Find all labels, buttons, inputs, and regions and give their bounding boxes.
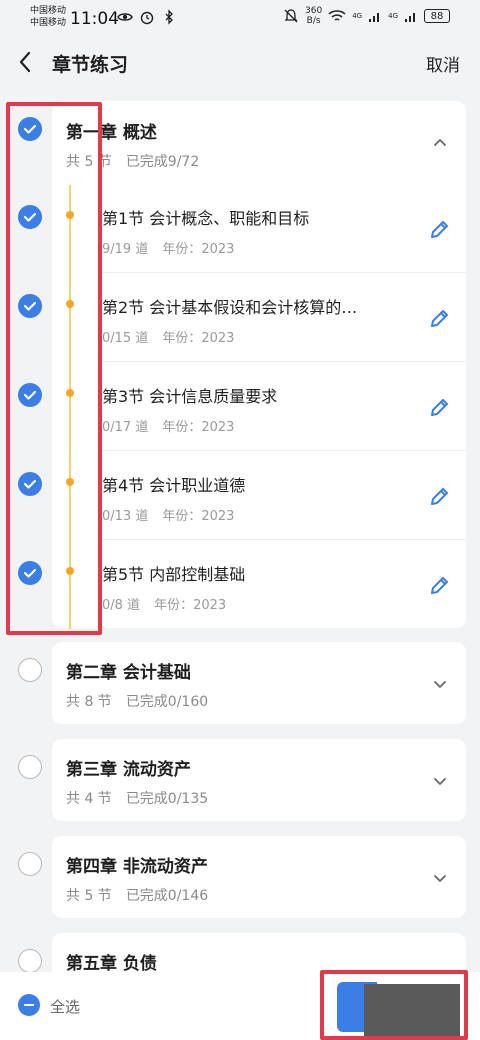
signal-2-label: 4G xyxy=(388,12,398,20)
edit-pencil-icon[interactable] xyxy=(428,484,452,508)
carrier-names: 中国移动 中国移动 xyxy=(30,5,66,29)
wifi-icon xyxy=(328,10,346,21)
chevron-down-icon[interactable] xyxy=(432,676,448,692)
section-questions: 9/19 道 xyxy=(102,242,149,257)
chevron-left-icon xyxy=(19,51,31,73)
divider xyxy=(102,450,466,451)
minus-icon xyxy=(24,1004,34,1006)
chapter-title: 第四章 非流动资产 xyxy=(66,857,208,877)
signal-icon-2 xyxy=(405,13,415,22)
highlight-box-checkboxes xyxy=(6,102,102,635)
back-button[interactable] xyxy=(12,48,38,76)
status-bar: 中国移动 中国移动 11:04 360 B/s 4G 4G 88 xyxy=(0,0,480,36)
chevron-up-icon[interactable] xyxy=(432,135,448,151)
chapter-progress: 已完成0/160 xyxy=(125,694,209,710)
edit-pencil-icon[interactable] xyxy=(428,306,452,330)
section-meta: 0/15 道年份：2023 xyxy=(102,327,248,346)
chevron-down-icon[interactable] xyxy=(432,870,448,886)
page-title: 章节练习 xyxy=(52,54,129,76)
cancel-button[interactable]: 取消 xyxy=(426,51,460,76)
highlight-box-confirm xyxy=(320,970,468,1040)
page-header: 章节练习 取消 xyxy=(0,36,480,88)
section-year: 年份：2023 xyxy=(162,420,235,435)
section-title[interactable]: 第1节 会计概念、职能和目标 xyxy=(102,205,402,229)
section-year: 年份：2023 xyxy=(154,598,227,613)
chapter-5-checkbox[interactable] xyxy=(18,949,42,973)
divider xyxy=(102,272,466,273)
edit-pencil-icon[interactable] xyxy=(428,573,452,597)
status-time: 11:04 xyxy=(70,9,119,29)
chapter-section-count: 共 8 节 xyxy=(66,694,112,710)
chapter-title: 第二章 会计基础 xyxy=(66,663,191,683)
section-meta: 0/8 道年份：2023 xyxy=(102,594,240,613)
chevron-down-icon[interactable] xyxy=(432,773,448,789)
section-questions: 0/8 道 xyxy=(102,598,141,613)
signal-icon xyxy=(369,13,380,22)
carrier-1: 中国移动 xyxy=(30,6,67,16)
chapter-section-count: 共 5 节 xyxy=(66,888,112,904)
divider xyxy=(102,539,466,540)
signal-1-label: 4G xyxy=(352,12,363,20)
section-title[interactable]: 第3节 会计信息质量要求 xyxy=(102,383,402,407)
chapter-2-checkbox[interactable] xyxy=(18,658,42,682)
section-meta: 0/17 道年份：2023 xyxy=(102,416,248,435)
section-questions: 0/17 道 xyxy=(102,420,149,435)
chapter-card-2[interactable]: 第二章 会计基础 共 8 节已完成0/160 xyxy=(52,642,466,724)
alarm-icon xyxy=(140,11,154,25)
edit-pencil-icon[interactable] xyxy=(428,217,452,241)
chapter-section-count: 共 4 节 xyxy=(66,791,112,807)
section-year: 年份：2023 xyxy=(162,242,235,257)
chapter-title: 第三章 流动资产 xyxy=(66,760,191,780)
chapter-progress: 已完成9/72 xyxy=(125,154,200,170)
edit-pencil-icon[interactable] xyxy=(428,395,452,419)
battery-indicator: 88 xyxy=(424,9,450,23)
chapter-card-1[interactable]: 第一章 概述 共 5 节已完成9/72 第1节 会计概念、职能和目标 9/19 … xyxy=(52,101,466,629)
divider xyxy=(102,361,466,362)
section-meta: 0/13 道年份：2023 xyxy=(102,505,248,524)
section-title[interactable]: 第4节 会计职业道德 xyxy=(102,472,402,496)
section-meta: 9/19 道年份：2023 xyxy=(102,238,248,257)
chapter-progress: 已完成0/146 xyxy=(125,888,209,904)
carrier-2: 中国移动 xyxy=(30,18,67,28)
chapter-card-4[interactable]: 第四章 非流动资产 共 5 节已完成0/146 xyxy=(52,836,466,918)
chapter-3-checkbox[interactable] xyxy=(18,755,42,779)
section-year: 年份：2023 xyxy=(162,331,235,346)
net-speed: 360 B/s xyxy=(305,6,323,26)
select-all-label[interactable]: 全选 xyxy=(50,996,80,1017)
section-title[interactable]: 第5节 内部控制基础 xyxy=(102,561,402,585)
section-questions: 0/15 道 xyxy=(102,331,149,346)
chapter-meta: 共 8 节已完成0/160 xyxy=(66,691,222,711)
chapter-card-3[interactable]: 第三章 流动资产 共 4 节已完成0/135 xyxy=(52,739,466,821)
section-title[interactable]: 第2节 会计基本假设和会计核算的… xyxy=(102,294,402,318)
section-year: 年份：2023 xyxy=(162,509,235,524)
select-all-toggle[interactable] xyxy=(18,994,40,1016)
section-questions: 0/13 道 xyxy=(102,509,149,524)
chapter-progress: 已完成0/135 xyxy=(125,791,209,807)
chapter-meta: 共 4 节已完成0/135 xyxy=(66,788,222,808)
chapter-4-checkbox[interactable] xyxy=(18,852,42,876)
eye-icon xyxy=(117,13,133,21)
bluetooth-icon xyxy=(165,9,173,25)
mute-icon xyxy=(284,9,298,23)
chapter-meta: 共 5 节已完成0/146 xyxy=(66,885,222,905)
chapter-title: 第五章 负债 xyxy=(66,954,157,974)
